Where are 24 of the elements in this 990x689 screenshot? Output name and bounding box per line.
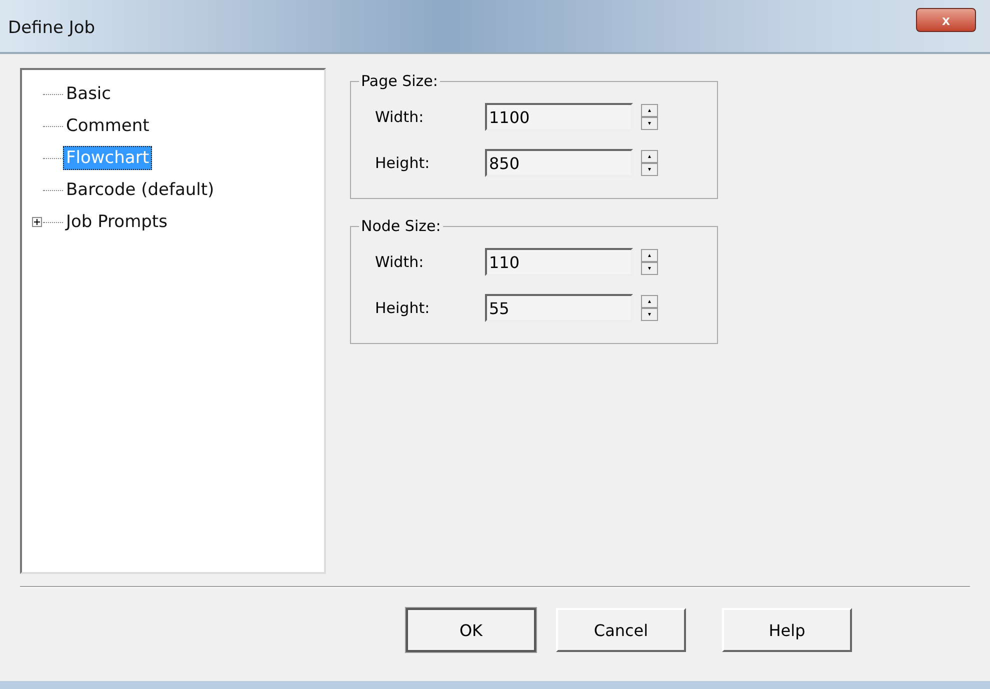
window-title: Define Job: [8, 18, 96, 38]
group-title: Page Size:: [360, 72, 439, 90]
tree-item[interactable]: Barcode (default): [63, 178, 218, 202]
tree-item[interactable]: Basic: [63, 82, 114, 106]
spin-icon[interactable]: [641, 104, 658, 130]
field-label: Width:: [375, 108, 425, 126]
input-field[interactable]: 110: [485, 248, 633, 276]
input-field[interactable]: 1100: [485, 103, 633, 131]
tree-item[interactable]: Comment: [63, 114, 152, 138]
dialog-button[interactable]: OK: [406, 608, 536, 652]
spin-icon[interactable]: [641, 249, 658, 275]
group-title: Node Size:: [360, 217, 442, 235]
field-label: Height:: [375, 299, 431, 317]
expand-icon[interactable]: [32, 216, 43, 228]
dialog-button[interactable]: Help: [722, 608, 852, 652]
field-label: Width:: [375, 253, 425, 271]
close-button[interactable]: x: [916, 8, 976, 32]
input-field[interactable]: 55: [485, 294, 633, 322]
spin-icon[interactable]: [641, 295, 658, 321]
input-field[interactable]: 850: [485, 149, 633, 177]
spin-icon[interactable]: [641, 150, 658, 176]
tree-item[interactable]: Job Prompts: [63, 210, 170, 234]
field-label: Height:: [375, 154, 431, 172]
dialog-button[interactable]: Cancel: [556, 608, 686, 652]
